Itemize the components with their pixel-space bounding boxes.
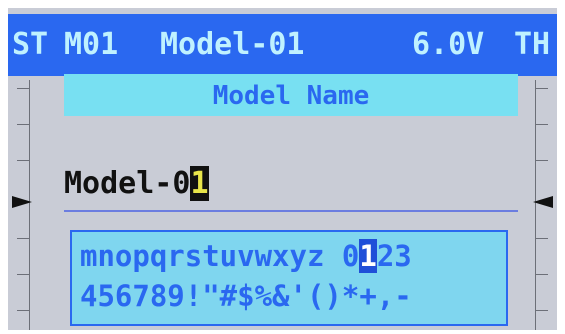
status-bar: ST M01 Model-01 6.0V TH	[8, 14, 557, 76]
selected-character[interactable]: 1	[359, 239, 377, 273]
name-text: Model-0	[64, 166, 191, 201]
triangle-left-icon	[533, 196, 553, 208]
character-picker[interactable]: mnopqrstuvwxyz 0123 456789!"#$%&'()*+,-	[70, 230, 508, 326]
steering-trim-gauge	[8, 80, 32, 330]
battery-voltage: 6.0V	[412, 27, 485, 62]
trim-tick	[536, 88, 548, 89]
trim-tick	[17, 274, 29, 275]
trim-tick	[536, 310, 548, 311]
device-frame: ST M01 Model-01 6.0V TH Model Name Model…	[0, 0, 565, 334]
trim-tick	[536, 160, 548, 161]
trim-tick	[536, 274, 548, 275]
trim-tick	[536, 124, 548, 125]
model-name-input[interactable]: Model-01	[64, 166, 209, 210]
throttle-trim-gauge	[533, 80, 557, 330]
trim-tick	[17, 88, 29, 89]
trim-tick	[17, 238, 29, 239]
trim-tick	[17, 310, 29, 311]
input-underline	[64, 210, 518, 212]
charset-row-2[interactable]: 456789!"#$%&'()*+,-	[80, 276, 506, 316]
charset-chars[interactable]: mnopqrstuvwxyz 0	[80, 239, 359, 273]
trim-tick	[17, 160, 29, 161]
text-cursor: 1	[190, 166, 209, 201]
trim-tick	[17, 124, 29, 125]
charset-chars[interactable]: 23	[377, 239, 412, 273]
model-number: M01	[64, 27, 119, 62]
steering-label: ST	[12, 27, 49, 62]
lcd-screen: ST M01 Model-01 6.0V TH Model Name Model…	[8, 8, 557, 330]
charset-row-1: mnopqrstuvwxyz 0123	[80, 236, 506, 276]
model-name-display: Model-01	[160, 27, 305, 62]
page-title: Model Name	[64, 74, 518, 116]
trim-tick	[536, 238, 548, 239]
throttle-label: TH	[514, 27, 551, 62]
triangle-right-icon	[12, 196, 32, 208]
